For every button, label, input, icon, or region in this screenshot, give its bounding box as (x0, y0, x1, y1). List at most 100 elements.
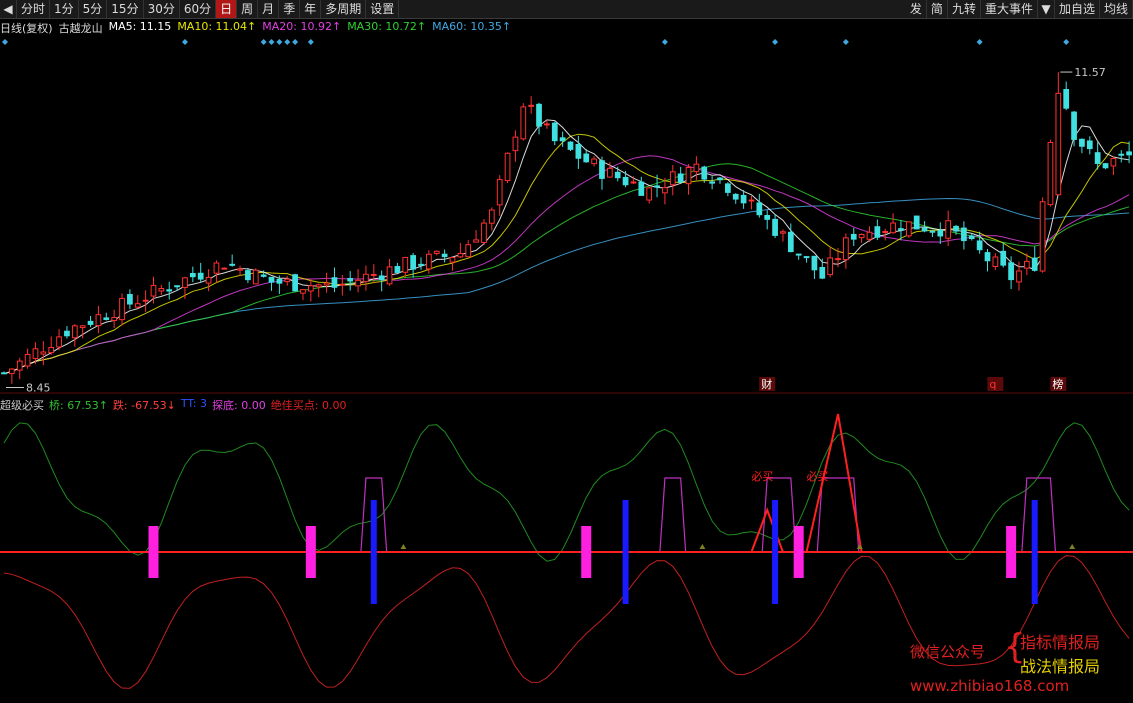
candle-body (622, 176, 629, 186)
candle-body (945, 220, 952, 239)
candle-body (866, 231, 873, 240)
candle-body (150, 284, 157, 297)
candle-body (111, 317, 118, 321)
candle-body (237, 268, 243, 271)
candle-body (394, 266, 401, 273)
candle-body (481, 222, 487, 243)
candle-body (504, 152, 511, 182)
magenta-bar (148, 526, 159, 578)
candle-body (252, 269, 259, 285)
candle-body (268, 276, 275, 283)
candle-body (87, 320, 94, 325)
small-triangle (699, 544, 706, 549)
watermark-right1: 指标情报局 (1020, 633, 1101, 652)
candle-body (1039, 201, 1046, 272)
candle-body (827, 257, 834, 276)
candle-body (929, 230, 936, 233)
candle-body (433, 250, 440, 254)
candle-body (921, 227, 928, 232)
candle-body (536, 103, 542, 127)
indicator-name: 超级必买 (0, 399, 44, 412)
period-label: 日线(复权) (0, 22, 53, 35)
tt-label: TT: 3 (180, 397, 208, 410)
price-low-label: 8.45 (26, 382, 51, 395)
candle-body (197, 272, 204, 280)
candle-body (1055, 92, 1062, 196)
candle-body (756, 202, 763, 216)
signal-diamond (976, 39, 983, 45)
candle-body (64, 330, 70, 337)
candle-body (953, 225, 959, 232)
candle-body (913, 215, 920, 230)
signal-diamond (181, 39, 188, 45)
candle-body (119, 297, 125, 321)
candle-body (803, 256, 810, 259)
candle-body (677, 173, 684, 183)
magenta-bar (581, 526, 592, 578)
signal-diamond (292, 39, 299, 45)
candle-body (300, 289, 306, 294)
magenta-bar (1006, 526, 1017, 578)
candle-body (717, 177, 723, 181)
tandi-label: 探底: 0.00 (212, 399, 266, 412)
candle-body (583, 153, 590, 163)
blue-bar (772, 500, 779, 604)
candle-body (410, 255, 416, 270)
candle-body (158, 287, 165, 292)
candle-body (48, 346, 55, 354)
candle-body (441, 253, 448, 258)
candle-body (56, 336, 62, 348)
candle-body (32, 348, 39, 359)
candle-body (174, 285, 180, 288)
juejia-spike (750, 507, 784, 553)
candle-body (850, 233, 857, 240)
blue-bar (622, 500, 629, 604)
bimai-label: 必买 (751, 470, 773, 483)
candle-body (599, 160, 605, 179)
candle-body (370, 273, 377, 276)
candle-body (1063, 89, 1070, 109)
candle-body (496, 179, 503, 206)
candle-body (9, 368, 15, 375)
candle-body (355, 279, 361, 287)
candle-body (1118, 153, 1125, 156)
candle-body (307, 285, 314, 292)
candle-body (646, 187, 653, 201)
candle-body (858, 233, 865, 239)
candle-body (1126, 151, 1132, 156)
candle-body (182, 277, 188, 288)
small-triangle (856, 544, 863, 549)
candle-body (292, 274, 298, 292)
candle-body (457, 252, 464, 258)
magenta-bar (305, 526, 316, 578)
stock-name: 古越龙山 (58, 22, 103, 35)
candle-body (528, 104, 535, 107)
candle-body (725, 183, 731, 193)
ma20-label: MA20: 10.92↑ (262, 20, 342, 33)
candle-body (638, 181, 645, 196)
candle-body (40, 351, 47, 355)
blue-bar (1031, 500, 1038, 604)
candle-body (976, 240, 983, 251)
candle-body (95, 314, 102, 327)
candle-body (701, 166, 708, 180)
candle-body (709, 181, 715, 184)
candle-body (1047, 141, 1054, 206)
candle-body (551, 122, 558, 142)
candle-body (127, 294, 133, 305)
candle-body (559, 137, 566, 142)
candle-body (24, 353, 31, 367)
candle-body (685, 167, 692, 185)
ma20-line (3, 155, 1130, 375)
candle-body (591, 158, 597, 165)
die-label: 跌: -67.53↓ (112, 399, 176, 412)
candle-body (544, 123, 550, 126)
candle-body (740, 194, 747, 204)
candle-body (1071, 111, 1077, 140)
candle-body (898, 228, 904, 231)
candle-body (614, 171, 621, 179)
candle-body (221, 267, 228, 270)
candle-body (284, 278, 291, 283)
candle-body (520, 106, 527, 140)
candle-body (488, 209, 495, 224)
